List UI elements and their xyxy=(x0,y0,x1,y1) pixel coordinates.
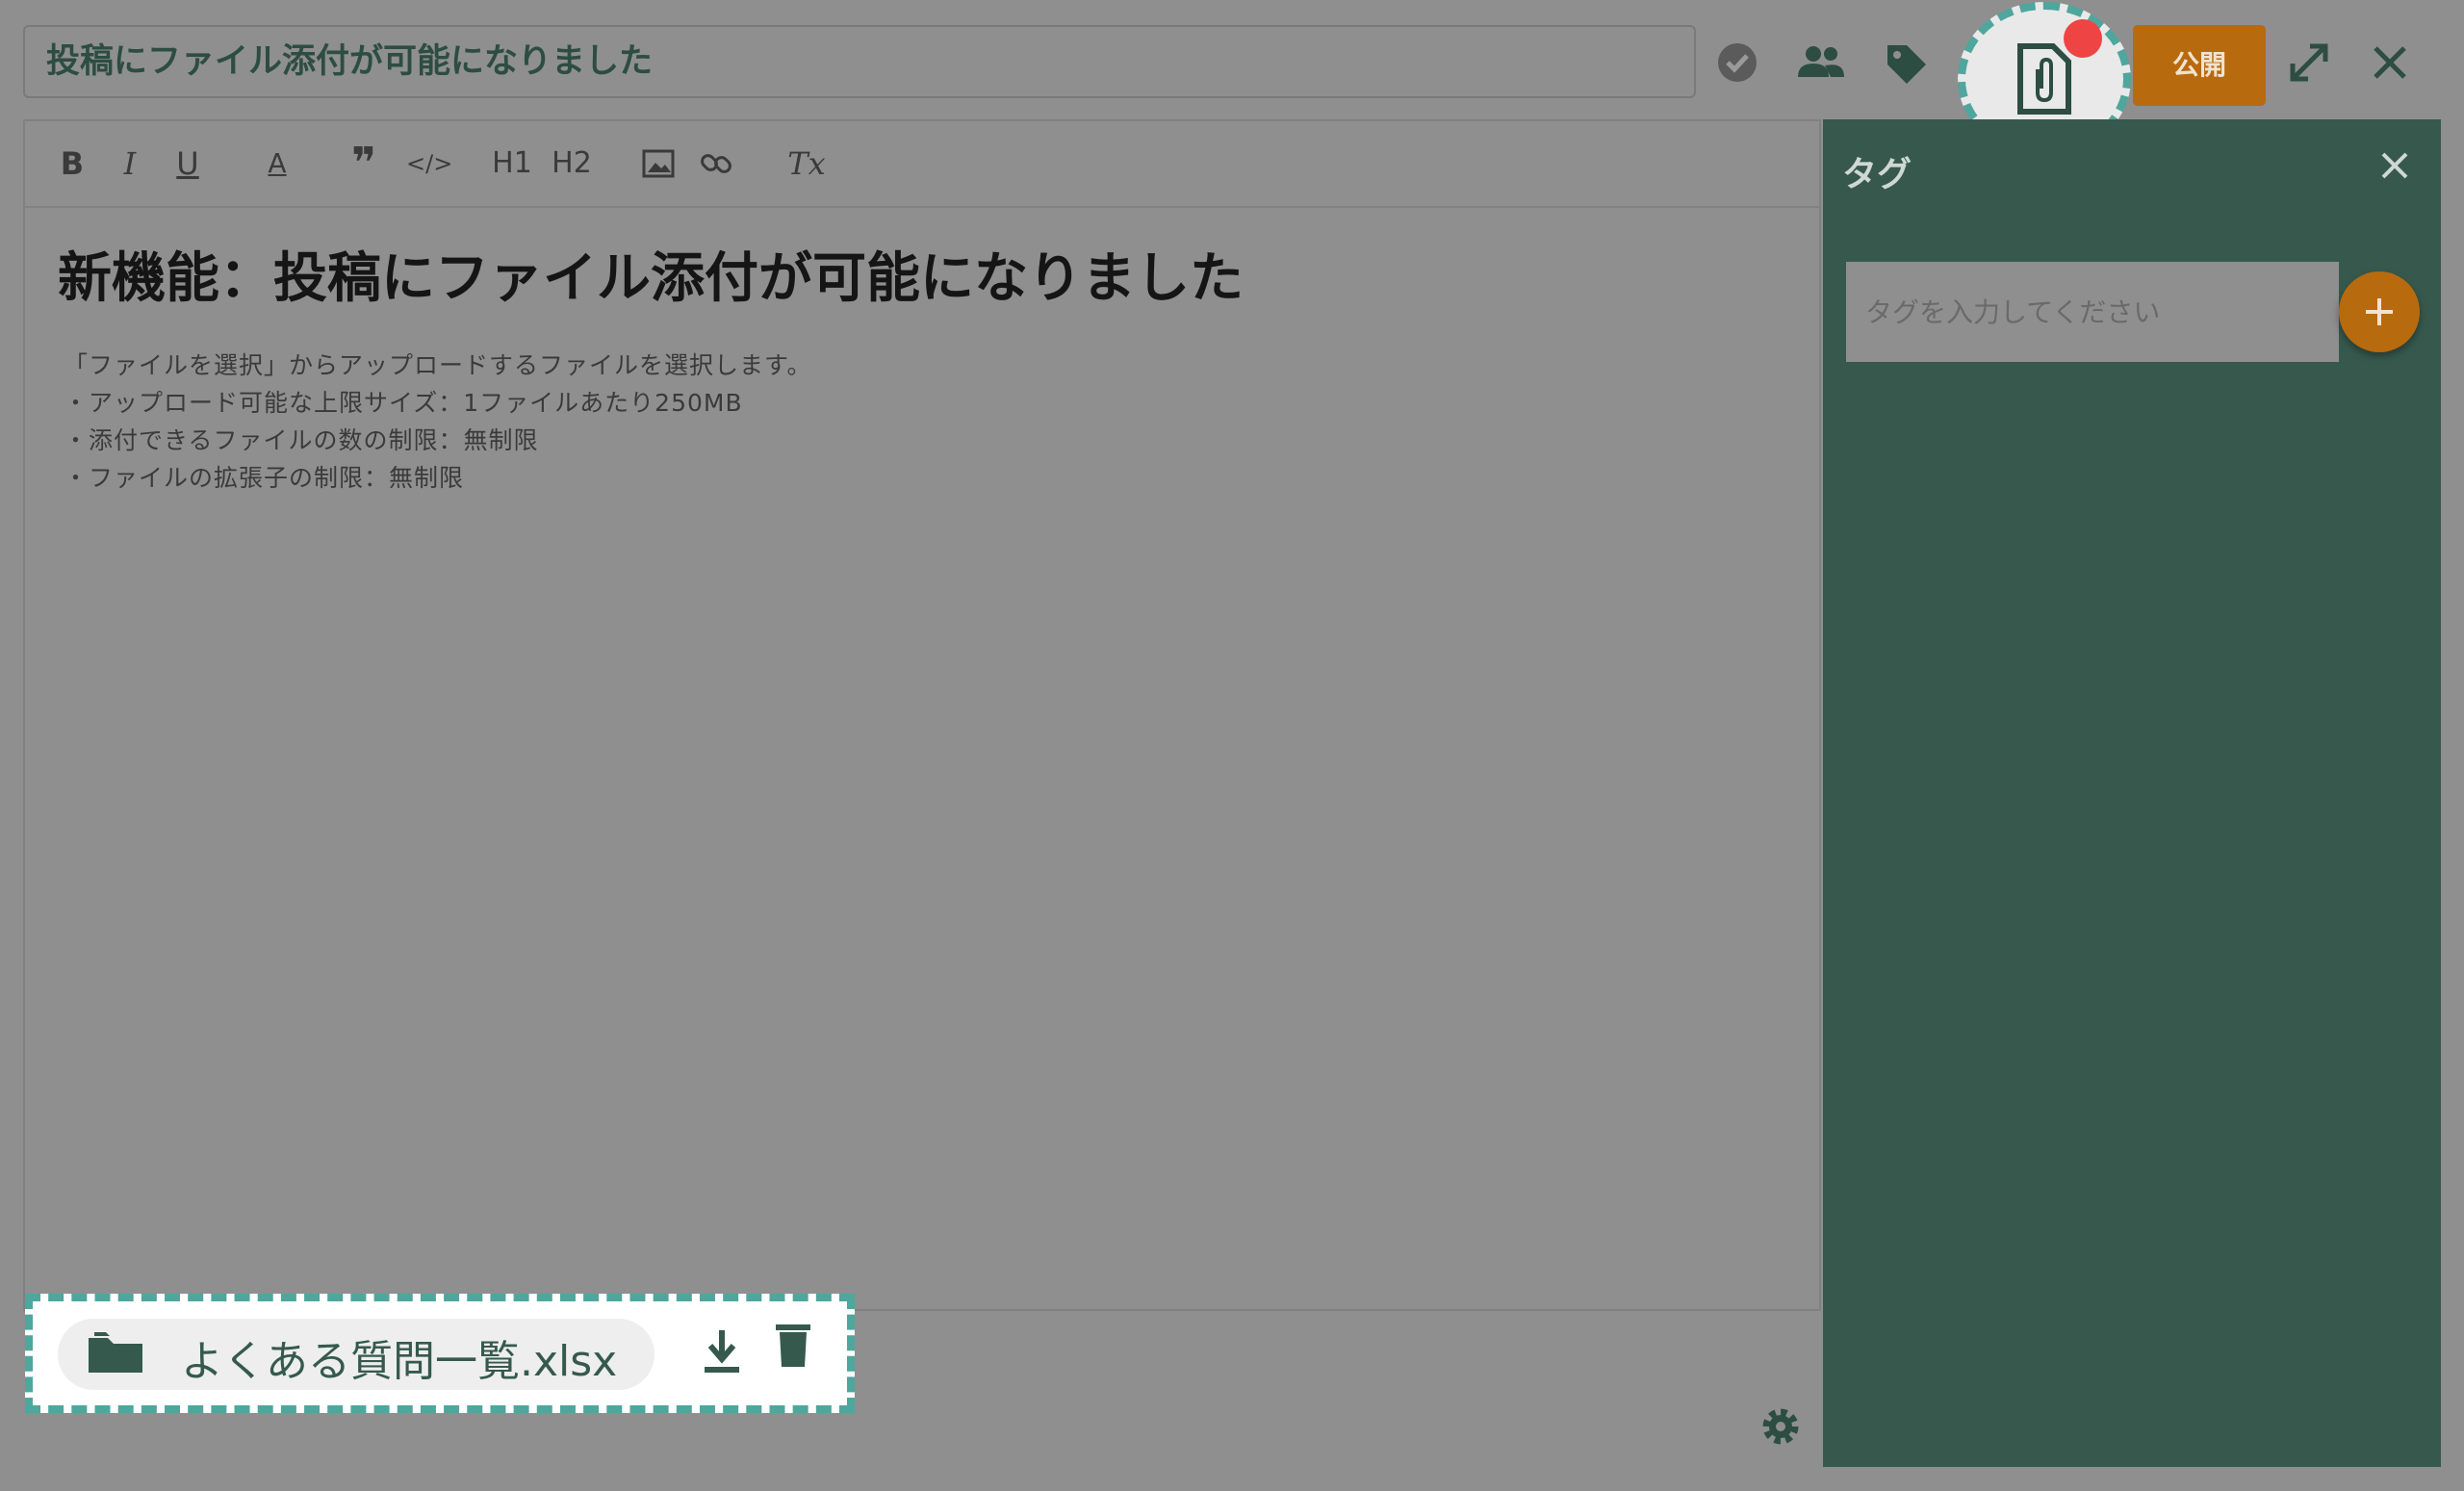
code-icon[interactable]: </> xyxy=(406,142,452,185)
heading2-button[interactable]: H2 xyxy=(551,142,593,185)
attachment-bar: よくある質問一覧.xlsx xyxy=(25,1294,855,1413)
document-heading: 新機能：投稿にファイル添付が可能になりました xyxy=(58,247,1244,310)
paperclip-file-icon[interactable] xyxy=(2014,39,2075,119)
image-icon[interactable] xyxy=(639,142,678,185)
document-line: 「ファイルを選択」からアップロードするファイルを選択します。 xyxy=(64,351,812,379)
users-icon[interactable] xyxy=(1796,42,1846,81)
underline-button[interactable]: U xyxy=(171,142,204,185)
trash-icon[interactable] xyxy=(774,1321,812,1373)
bold-button[interactable]: B xyxy=(58,142,87,185)
tag-panel: タグ xyxy=(1823,119,2441,1467)
link-icon[interactable] xyxy=(697,142,735,185)
download-icon[interactable] xyxy=(701,1326,743,1376)
publish-button[interactable]: 公開 xyxy=(2133,25,2266,106)
clear-format-button[interactable]: Tx xyxy=(785,142,828,185)
tag-panel-title: タグ xyxy=(1842,155,1912,194)
attachment-file-name[interactable]: よくある質問一覧.xlsx xyxy=(181,1326,617,1388)
check-circle-icon[interactable] xyxy=(1715,40,1759,85)
editor-toolbar: B I U A ❞ </> H1 H2 Tx xyxy=(25,121,1819,208)
document-line: ・アップロード可能な上限サイズ：1ファイルあたり250MB xyxy=(64,389,743,417)
folder-icon xyxy=(87,1330,144,1378)
panel-close-icon[interactable] xyxy=(2374,144,2416,187)
font-color-button[interactable]: A xyxy=(260,142,295,185)
editor-area[interactable]: B I U A ❞ </> H1 H2 Tx 新機能：投稿にファイル添付が可能に… xyxy=(23,119,1821,1311)
italic-button[interactable]: I xyxy=(116,142,144,185)
tag-icon[interactable] xyxy=(1883,40,1929,87)
document-line: ・添付できるファイルの数の制限：無制限 xyxy=(64,426,539,454)
settings-gear-icon[interactable] xyxy=(1758,1403,1804,1450)
tag-input[interactable] xyxy=(1846,262,2339,362)
notification-dot xyxy=(2064,19,2102,58)
document-line: ・ファイルの拡張子の制限：無制限 xyxy=(64,464,465,492)
blockquote-icon[interactable]: ❞ xyxy=(345,142,383,185)
close-icon[interactable] xyxy=(2368,40,2412,85)
add-tag-button[interactable] xyxy=(2339,271,2420,352)
heading1-button[interactable]: H1 xyxy=(491,142,533,185)
expand-icon[interactable] xyxy=(2285,37,2333,89)
post-title-input[interactable]: 投稿にファイル添付が可能になりました xyxy=(23,25,1696,98)
